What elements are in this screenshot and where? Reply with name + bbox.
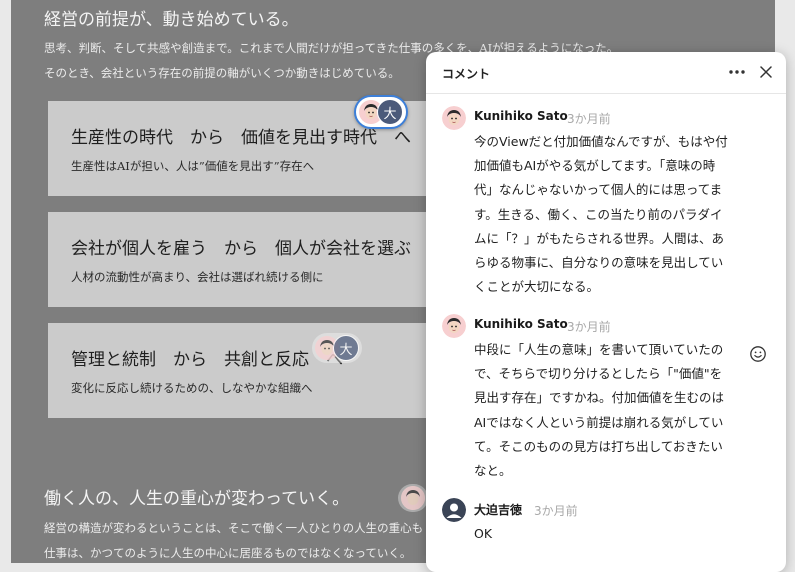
face-avatar[interactable]: [442, 106, 466, 130]
comment-marker[interactable]: [398, 484, 428, 512]
comment-line: す。生きる、働く、この当たり前のパラダイ: [474, 206, 723, 222]
comment-body: OK: [474, 522, 738, 546]
card-subtitle: 人材の流動性が高まり、会社は選ばれ続ける側に: [71, 270, 324, 284]
panel-header: コメント: [426, 52, 786, 94]
comment-line: ムに「？」がもたらされる世界。人間は、あ: [474, 230, 725, 246]
user-initial-avatar: 大: [377, 99, 403, 125]
section2-line-1: 経営の構造が変わるということは、そこで働く一人ひとりの人生の重心も: [44, 521, 424, 535]
close-button[interactable]: [755, 61, 777, 83]
panel-title: コメント: [442, 67, 491, 81]
comment-panel: コメント Kunihiko Sato 3か月前 今のViewだと付加価値なんです…: [426, 52, 786, 572]
document-heading: 経営の前提が、動き始めている。: [44, 10, 299, 30]
card-subtitle: 生産性はAIが担い、人は”価値を見出す”存在へ: [71, 159, 315, 173]
comment-line: OK: [474, 526, 493, 541]
more-horizontal-icon: [729, 70, 745, 74]
add-reaction-button[interactable]: [749, 345, 767, 363]
user-silhouette-icon[interactable]: [442, 498, 466, 522]
face-avatar[interactable]: [442, 314, 466, 338]
user-initial-avatar: 大: [333, 335, 359, 361]
comment-line: で、そちらで切り分けるとしたら「"価値"を: [474, 366, 723, 382]
comment-author[interactable]: Kunihiko Sato: [474, 109, 568, 123]
comment-line: らゆる物事に、自分なりの意味を見出してい: [474, 255, 724, 271]
card-title: 会社が個人を雇う から 個人が会社を選ぶ: [71, 239, 411, 259]
section2-line-2: 仕事は、かつてのように人生の中心に居座るものではなくなっていく。: [44, 546, 412, 560]
comment-line: 加価値もAIがやる気がしてます。「意味の時: [474, 158, 716, 174]
more-options-button[interactable]: [726, 61, 748, 83]
card-title: 管理と統制 から 共創と反応 へ: [71, 350, 343, 370]
comment-body: 今のViewだと付加価値なんですが、もはや付 加価値もAIがやる気がしてます。「…: [474, 130, 738, 299]
comment-timestamp: 3か月前: [567, 320, 611, 334]
comment-line: て。そこのものの見方は打ち出しておきたい: [474, 438, 723, 454]
comment-line: 見出す存在」ですかね。付加価値を生むのは: [474, 390, 725, 406]
card-title: 生産性の時代 から 価値を見出す時代 へ: [71, 128, 411, 148]
face-avatar: [401, 486, 425, 510]
comment-author[interactable]: Kunihiko Sato: [474, 317, 568, 331]
comment-line: 今のViewだと付加価値なんですが、もはや付: [474, 134, 728, 149]
comment-marker-active[interactable]: 大: [354, 95, 408, 129]
comment-marker[interactable]: 大: [312, 333, 362, 363]
section2-heading: 働く人の、人生の重心が変わっていく。: [44, 489, 350, 509]
comment-timestamp: 3か月前: [534, 504, 578, 518]
intro-line-2: そのとき、会社という存在の前提の軸がいくつか動きはじめている。: [44, 66, 400, 80]
comment-line: 代」なんじゃないかって個人的には思ってま: [474, 182, 723, 198]
comment-line: なと。: [474, 463, 512, 479]
comment-body: 中段に「人生の意味」を書いて頂いていたの で、そちらで切り分けるとしたら「"価値…: [474, 338, 738, 483]
comment-line: 中段に「人生の意味」を書いて頂いていたの: [474, 342, 724, 357]
close-icon: [760, 66, 772, 78]
comment-timestamp: 3か月前: [567, 112, 611, 126]
comment-line: AIではなく人という前提は崩れる気がしてい: [474, 414, 724, 430]
smiley-icon: [750, 346, 766, 362]
card-subtitle: 変化に反応し続けるための、しなやかな組織へ: [71, 381, 313, 395]
comment-author[interactable]: 大迫吉徳: [474, 501, 522, 518]
comment-line: くことが大切になる。: [474, 279, 600, 295]
